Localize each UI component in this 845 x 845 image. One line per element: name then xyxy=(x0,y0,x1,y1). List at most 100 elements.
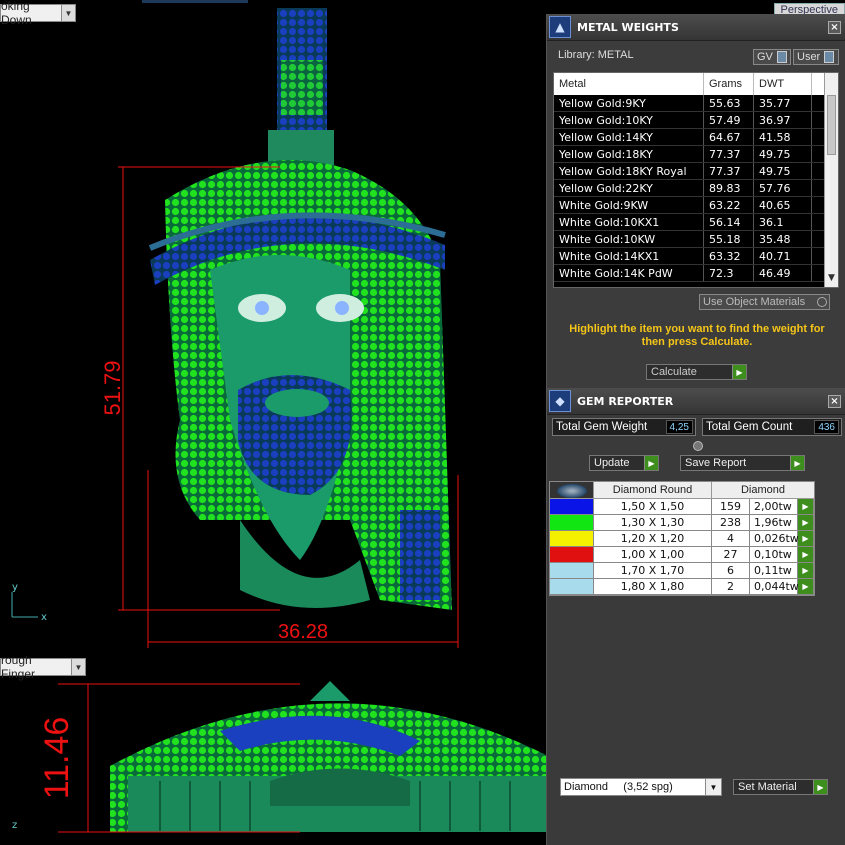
gem-reporter-icon: ◆ xyxy=(549,390,571,412)
metal-dwt: 35.77 xyxy=(754,95,812,111)
viewport-perspective[interactable]: Perspective xyxy=(546,0,845,14)
table-row[interactable]: White Gold:14KX1 63.32 40.71 xyxy=(554,248,838,265)
play-icon[interactable]: ▶ xyxy=(798,563,814,578)
model-render-front: 51.79 36.28 y x xyxy=(11,8,459,648)
viewport-perspective-label[interactable]: Perspective xyxy=(773,3,845,14)
table-row[interactable]: Yellow Gold:14KY 64.67 41.58 xyxy=(554,129,838,146)
viewport-bottom-label: rough Finger xyxy=(1,656,36,681)
metal-table-body: Yellow Gold:9KY 55.63 35.77 Yellow Gold:10K… xyxy=(554,95,838,282)
scrollbar-thumb[interactable] xyxy=(827,95,836,155)
material-select-value: Diamond (3,52 spg) xyxy=(564,781,673,793)
gem-size: 1,70 X 1,70 xyxy=(594,563,712,578)
viewport-bottom[interactable]: 11.46 z rough Finger ▼ xyxy=(0,656,568,845)
update-button[interactable]: Update ▶ xyxy=(589,455,659,471)
viewport-top-menu[interactable]: oking Down ▼ xyxy=(0,0,76,27)
material-select[interactable]: Diamond (3,52 spg) ▼ xyxy=(560,778,722,796)
metal-name: Yellow Gold:10KY xyxy=(554,112,704,128)
play-icon[interactable]: ▶ xyxy=(798,515,814,530)
play-icon[interactable]: ▶ xyxy=(798,579,814,594)
col-diamond-round[interactable]: Diamond Round xyxy=(594,482,712,498)
save-report-button[interactable]: Save Report ▶ xyxy=(680,455,805,471)
metal-dwt: 49.75 xyxy=(754,163,812,179)
table-row[interactable]: Yellow Gold:10KY 57.49 36.97 xyxy=(554,112,838,129)
gem-weight: 2,00tw xyxy=(750,499,798,514)
gem-size: 1,50 X 1,50 xyxy=(594,499,712,514)
table-row-partial xyxy=(554,282,838,287)
play-icon[interactable]: ▶ xyxy=(798,531,814,546)
metal-dwt: 49.75 xyxy=(754,146,812,162)
gem-color-swatch xyxy=(550,547,594,562)
use-object-materials-label: Use Object Materials xyxy=(703,296,806,308)
metal-grams: 63.32 xyxy=(704,248,754,264)
metal-weights-title: METAL WEIGHTS xyxy=(577,20,679,34)
col-diamond[interactable]: Diamond xyxy=(712,482,814,498)
calculate-button[interactable]: Calculate ▶ xyxy=(646,364,747,380)
table-row[interactable]: White Gold:9KW 63.22 40.65 xyxy=(554,197,838,214)
col-dwt[interactable]: DWT xyxy=(754,73,812,95)
gem-table-body: 1,50 X 1,50 159 2,00tw ▶ 1,30 X 1,30 238 1,96t… xyxy=(550,499,814,595)
total-gem-weight: Total Gem Weight 4,25 xyxy=(552,418,696,436)
gem-color-swatch xyxy=(550,563,594,578)
gv-toggle[interactable]: GV xyxy=(753,49,791,65)
splitter-handle[interactable] xyxy=(693,441,703,451)
table-row[interactable]: 1,50 X 1,50 159 2,00tw ▶ xyxy=(550,499,814,515)
gem-size: 1,80 X 1,80 xyxy=(594,579,712,594)
table-row[interactable]: 1,70 X 1,70 6 0,11tw ▶ xyxy=(550,563,814,579)
metal-weights-icon: ▲ xyxy=(549,16,571,38)
metal-dwt: 40.65 xyxy=(754,197,812,213)
metal-name: White Gold:9KW xyxy=(554,197,704,213)
gem-weight: 0,044tw xyxy=(750,579,799,594)
gem-reporter-titlebar[interactable]: ◆ GEM REPORTER × xyxy=(547,388,845,415)
metal-weights-titlebar[interactable]: ▲ METAL WEIGHTS × xyxy=(547,14,845,41)
play-icon: ▶ xyxy=(644,456,658,470)
chevron-down-icon[interactable]: ▼ xyxy=(825,273,838,287)
play-icon: ▶ xyxy=(790,456,804,470)
user-label: User xyxy=(797,51,821,63)
axis-z-label: z xyxy=(12,820,17,831)
table-row[interactable]: Yellow Gold:18KY 77.37 49.75 xyxy=(554,146,838,163)
close-icon[interactable]: × xyxy=(828,394,841,408)
table-row[interactable]: Yellow Gold:22KY 89.83 57.76 xyxy=(554,180,838,197)
col-metal[interactable]: Metal xyxy=(554,73,704,95)
chevron-down-icon[interactable]: ▼ xyxy=(705,779,721,795)
metal-name: White Gold:10KW xyxy=(554,231,704,247)
table-row[interactable]: 1,30 X 1,30 238 1,96tw ▶ xyxy=(550,515,814,531)
play-icon[interactable]: ▶ xyxy=(798,499,814,514)
metal-grams: 57.49 xyxy=(704,112,754,128)
metal-grams: 77.37 xyxy=(704,163,754,179)
set-material-button[interactable]: Set Material ▶ xyxy=(733,779,828,795)
toggle-switch-icon xyxy=(824,51,835,63)
table-row[interactable]: Yellow Gold:9KY 55.63 35.77 xyxy=(554,95,838,112)
radio-icon xyxy=(817,297,827,307)
gv-label: GV xyxy=(757,51,773,63)
dim-height-bottom: 11.46 xyxy=(38,717,76,800)
metal-name: White Gold:14K PdW xyxy=(554,265,704,281)
metal-grams: 55.63 xyxy=(704,95,754,111)
table-row[interactable]: White Gold:14K PdW 72.3 46.49 xyxy=(554,265,838,282)
chevron-down-icon[interactable]: ▼ xyxy=(61,5,75,21)
play-icon[interactable]: ▶ xyxy=(798,547,814,562)
chevron-down-icon[interactable]: ▼ xyxy=(71,659,85,675)
metal-grams: 77.37 xyxy=(704,146,754,162)
dim-height-top: 51.79 xyxy=(100,360,125,415)
gem-count: 2 xyxy=(712,579,750,594)
close-icon[interactable]: × xyxy=(828,20,841,34)
col-grams[interactable]: Grams xyxy=(704,73,754,95)
toggle-switch-icon xyxy=(776,51,787,63)
table-row[interactable]: Yellow Gold:18KY Royal 77.37 49.75 xyxy=(554,163,838,180)
metal-name: White Gold:10KX1 xyxy=(554,214,704,230)
user-toggle[interactable]: User xyxy=(793,49,839,65)
table-row[interactable]: 1,20 X 1,20 4 0,026tw ▶ xyxy=(550,531,814,547)
table-row[interactable]: White Gold:10KW 55.18 35.48 xyxy=(554,231,838,248)
viewport-bottom-menu[interactable]: rough Finger ▼ xyxy=(0,656,86,681)
table-row[interactable]: 1,00 X 1,00 27 0,10tw ▶ xyxy=(550,547,814,563)
use-object-materials-toggle[interactable]: Use Object Materials xyxy=(699,294,830,310)
table-row[interactable]: 1,80 X 1,80 2 0,044tw ▶ xyxy=(550,579,814,595)
table-row[interactable]: White Gold:10KX1 56.14 36.1 xyxy=(554,214,838,231)
metal-grams: 56.14 xyxy=(704,214,754,230)
metal-table-scrollbar[interactable]: ▼ xyxy=(824,73,838,287)
metal-dwt: 46.49 xyxy=(754,265,812,281)
viewport-top[interactable]: 51.79 36.28 y x oking Down ▼ xyxy=(0,0,546,652)
total-gem-count-value: 436 xyxy=(814,420,839,434)
metal-grams: 72.3 xyxy=(704,265,754,281)
